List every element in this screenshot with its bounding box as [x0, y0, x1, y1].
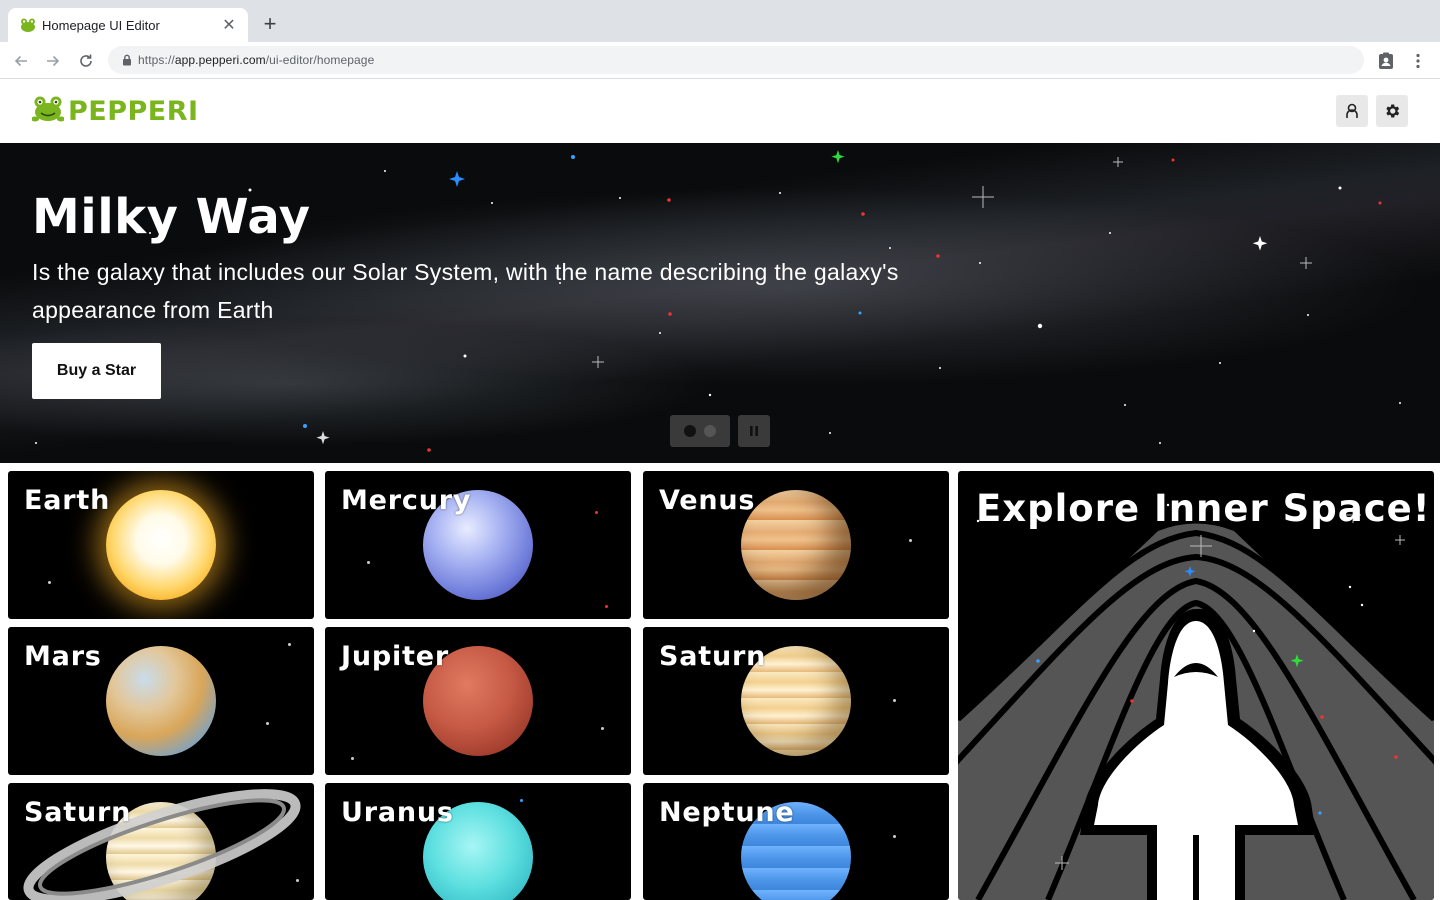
browser-tab-bar: Homepage UI Editor ✕ + — [0, 0, 1440, 42]
hero-title: Milky Way — [32, 189, 311, 245]
carousel-dot-2[interactable] — [704, 425, 716, 437]
planet-card-earth[interactable]: Earth — [8, 471, 314, 619]
star-dot — [266, 722, 269, 725]
new-tab-icon[interactable]: + — [258, 11, 282, 36]
app-header: PEPPERI — [0, 79, 1440, 143]
star-dot — [601, 727, 604, 730]
star-dot — [48, 581, 51, 584]
settings-gear-icon[interactable] — [1376, 95, 1408, 127]
hero-subtitle: Is the galaxy that includes our Solar Sy… — [32, 259, 899, 323]
star-dot — [520, 799, 523, 802]
buy-a-star-button[interactable]: Buy a Star — [32, 343, 161, 399]
planet-venus-image — [741, 490, 851, 600]
profile-icon[interactable] — [1373, 48, 1399, 74]
space-shuttle-illustration — [958, 503, 1434, 900]
pepperi-logo[interactable]: PEPPERI — [31, 95, 199, 127]
address-bar[interactable]: https://app.pepperi.com/ui-editor/homepa… — [108, 46, 1364, 74]
star-dot — [909, 539, 912, 542]
pepperi-frog-icon — [31, 96, 65, 127]
planet-card-label: Earth — [24, 485, 111, 516]
star-dot — [351, 757, 354, 760]
star-dot — [893, 699, 896, 702]
pause-icon[interactable] — [738, 415, 770, 447]
browser-tab[interactable]: Homepage UI Editor ✕ — [8, 8, 248, 42]
url-host: app.pepperi.com — [174, 53, 266, 67]
carousel-dot-1[interactable] — [684, 425, 696, 437]
planet-card-label: Mars — [24, 641, 102, 672]
lock-icon — [120, 53, 134, 67]
forward-icon[interactable] — [40, 48, 66, 74]
pepperi-frog-icon — [20, 17, 36, 33]
explore-inner-space-promo[interactable]: Explore Inner Space! — [958, 471, 1434, 900]
planet-mars-image — [106, 646, 216, 756]
browser-menu-icon[interactable] — [1405, 48, 1431, 74]
logo-text: PEPPERI — [68, 95, 199, 127]
star-dot — [893, 835, 896, 838]
star-dot — [605, 605, 608, 608]
planet-card-saturn-ringed[interactable]: Saturn — [8, 783, 314, 900]
carousel-indicators — [670, 415, 730, 447]
user-icon[interactable] — [1336, 95, 1368, 127]
star-dot — [367, 561, 370, 564]
planet-card-saturn[interactable]: Saturn — [643, 627, 949, 775]
planet-card-label: Neptune — [659, 797, 795, 828]
planet-card-jupiter[interactable]: Jupiter — [325, 627, 631, 775]
planet-card-label: Mercury — [341, 485, 472, 516]
planet-card-label: Jupiter — [341, 641, 449, 672]
url-path: /ui-editor/homepage — [265, 53, 375, 67]
reload-icon[interactable] — [73, 48, 99, 74]
planet-card-uranus[interactable]: Uranus — [325, 783, 631, 900]
tab-close-icon[interactable]: ✕ — [220, 16, 238, 34]
tab-title: Homepage UI Editor — [42, 17, 160, 33]
planet-card-mercury[interactable]: Mercury — [325, 471, 631, 619]
planet-card-venus[interactable]: Venus — [643, 471, 949, 619]
planet-card-label: Saturn — [659, 641, 767, 672]
star-dot — [288, 643, 291, 646]
star-dot — [595, 511, 598, 514]
planet-card-neptune[interactable]: Neptune — [643, 783, 949, 900]
planet-card-label: Uranus — [341, 797, 454, 828]
browser-toolbar: https://app.pepperi.com/ui-editor/homepa… — [0, 42, 1440, 79]
url-text: https://app.pepperi.com/ui-editor/homepa… — [138, 53, 374, 67]
hero-banner: Milky Way Is the galaxy that includes ou… — [0, 143, 1440, 463]
planet-card-label: Saturn — [24, 797, 132, 828]
url-scheme: https:// — [138, 53, 175, 67]
back-icon[interactable] — [8, 48, 34, 74]
planet-card-label: Venus — [659, 485, 756, 516]
planet-earth-image — [106, 490, 216, 600]
planet-card-mars[interactable]: Mars — [8, 627, 314, 775]
promo-title: Explore Inner Space! — [976, 487, 1431, 530]
